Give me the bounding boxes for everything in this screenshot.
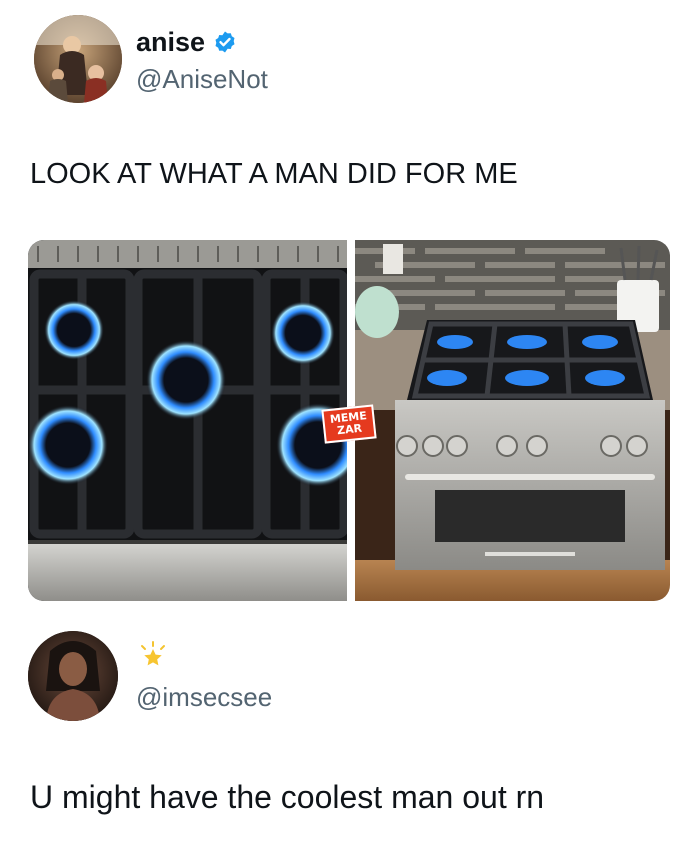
tweet-text: LOOK AT WHAT A MAN DID FOR ME: [30, 158, 518, 190]
watermark-line-2: ZAR: [336, 421, 363, 438]
reply-handle[interactable]: @imsecsee: [136, 682, 272, 713]
stovetop-closeup-photo[interactable]: [28, 240, 347, 601]
tweet-media[interactable]: MEME ZAR: [28, 240, 670, 601]
verified-badge-icon: [215, 31, 235, 53]
author-display-name[interactable]: anise: [136, 27, 205, 58]
reply-avatar[interactable]: [28, 631, 118, 721]
avatar-image: [34, 15, 122, 103]
author-name-row[interactable]: anise: [136, 27, 237, 57]
author-avatar[interactable]: [34, 15, 122, 103]
reply-text: U might have the coolest man out rn: [30, 779, 545, 815]
watermark: MEME ZAR: [321, 404, 377, 444]
author-handle[interactable]: @AniseNot: [136, 64, 268, 95]
range-kitchen-photo[interactable]: [355, 240, 670, 601]
sparkle-star-icon: [141, 641, 165, 666]
reply-avatar-image: [28, 631, 118, 721]
